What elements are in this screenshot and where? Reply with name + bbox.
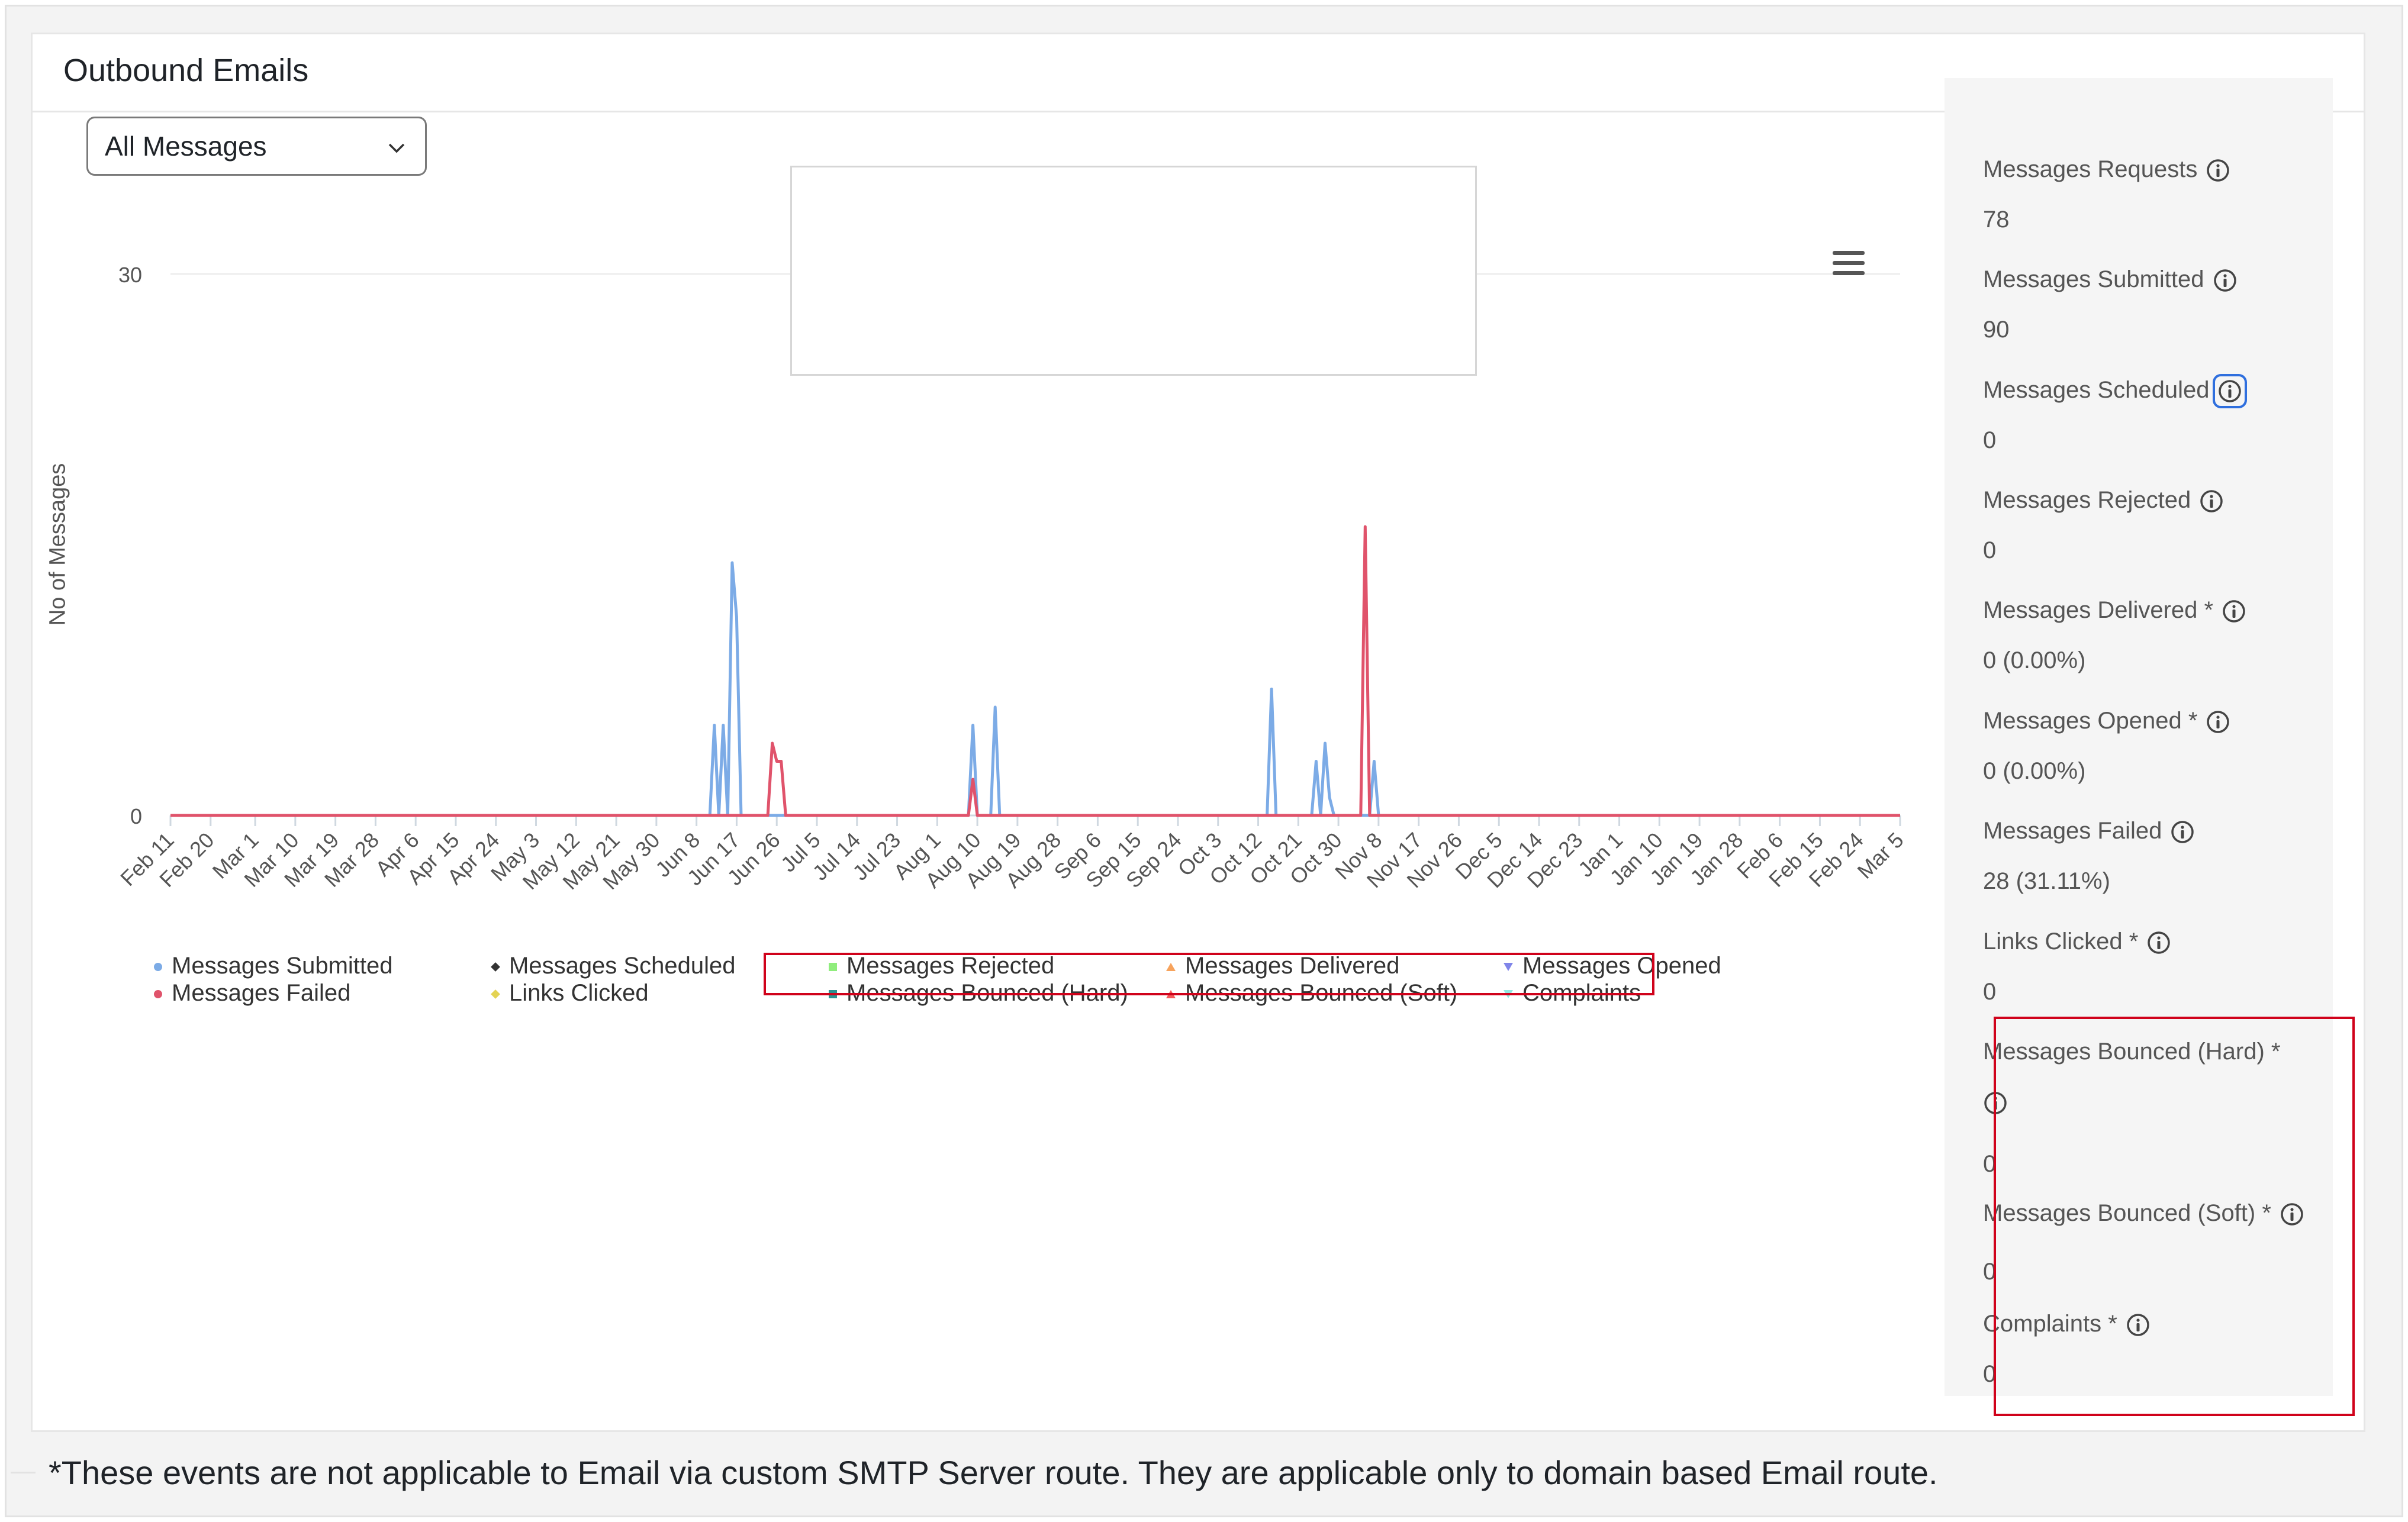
stat-label: Messages Submitted bbox=[1983, 266, 2238, 293]
stat-label-text: Links Clicked * bbox=[1983, 928, 2139, 955]
stat-label-text: Messages Delivered * bbox=[1983, 597, 2214, 623]
stat-label: Messages Scheduled bbox=[1983, 374, 2248, 409]
stat-label-text: Messages Scheduled bbox=[1983, 377, 2210, 403]
y-tick-label: 30 bbox=[118, 263, 142, 287]
chart-tooltip-box bbox=[790, 166, 1477, 376]
stat-value: 0 (0.00%) bbox=[1983, 647, 2086, 673]
stat-value: 78 bbox=[1983, 207, 2010, 233]
legend-marker-diamond bbox=[491, 962, 500, 972]
info-icon[interactable] bbox=[2206, 158, 2230, 183]
stat-label: Messages Delivered * bbox=[1983, 597, 2246, 624]
stat-value: 0 bbox=[1983, 537, 1997, 563]
y-tick-label: 0 bbox=[130, 804, 142, 828]
stat-label-text: Messages Submitted bbox=[1983, 266, 2204, 292]
series-line-messages-failed[interactable] bbox=[170, 525, 1900, 817]
legend-marker-diamond bbox=[491, 989, 500, 999]
footnote-text: *These events are not applicable to Emai… bbox=[49, 1454, 1938, 1491]
info-icon[interactable] bbox=[2170, 820, 2195, 844]
series-line-messages-submitted[interactable] bbox=[170, 561, 1900, 817]
info-icon[interactable] bbox=[2146, 930, 2171, 955]
legend-label: Messages Submitted bbox=[172, 953, 393, 979]
stat-value: 0 bbox=[1983, 427, 1997, 453]
legend-marker-circle bbox=[154, 963, 162, 972]
stat-value: 28 (31.11%) bbox=[1983, 868, 2110, 894]
footnote-divider bbox=[11, 1472, 36, 1473]
stat-value: 0 bbox=[1983, 979, 1997, 1005]
info-icon[interactable] bbox=[2213, 268, 2238, 293]
stat-label: Messages Opened * bbox=[1983, 708, 2230, 734]
info-icon[interactable] bbox=[2206, 710, 2230, 734]
stat-value: 0 (0.00%) bbox=[1983, 758, 2086, 784]
stat-label: Messages Failed bbox=[1983, 818, 2195, 844]
x-tick-label: Mar 5 bbox=[1853, 828, 1908, 883]
hamburger-menu-icon[interactable] bbox=[1828, 243, 1869, 284]
info-icon[interactable] bbox=[2222, 599, 2246, 624]
legend-highlight-box bbox=[764, 953, 1654, 995]
stat-label: Links Clicked * bbox=[1983, 928, 2171, 955]
legend-label: Messages Scheduled bbox=[509, 953, 736, 979]
legend-item-links-clicked[interactable]: Links Clicked bbox=[491, 980, 649, 1007]
legend-item-messages-failed[interactable]: Messages Failed bbox=[154, 980, 350, 1007]
y-axis-title-text: No of Messages bbox=[45, 463, 70, 626]
stat-label: Messages Rejected bbox=[1983, 487, 2224, 514]
legend-marker-circle bbox=[154, 990, 162, 999]
stat-label-text: Messages Failed bbox=[1983, 818, 2162, 844]
stat-label: Messages Requests bbox=[1983, 156, 2230, 183]
stat-label-text: Messages Requests bbox=[1983, 156, 2198, 182]
stat-label-text: Messages Opened * bbox=[1983, 708, 2198, 734]
legend-label: Links Clicked bbox=[509, 980, 649, 1006]
stat-value: 90 bbox=[1983, 317, 2010, 343]
legend-label: Messages Failed bbox=[172, 980, 351, 1006]
stats-highlight-box bbox=[1994, 1017, 2355, 1416]
info-icon[interactable] bbox=[2199, 489, 2224, 514]
legend-item-messages-submitted[interactable]: Messages Submitted bbox=[154, 953, 393, 979]
legend-item-messages-scheduled[interactable]: Messages Scheduled bbox=[491, 953, 735, 979]
stat-label-text: Messages Rejected bbox=[1983, 487, 2191, 513]
info-icon[interactable] bbox=[2213, 374, 2248, 409]
